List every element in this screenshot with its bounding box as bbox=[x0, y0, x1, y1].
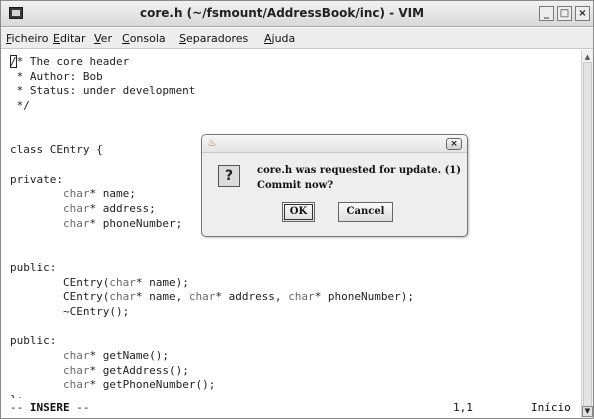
ok-button[interactable]: OK bbox=[282, 202, 315, 222]
java-icon: ♨ bbox=[207, 138, 217, 149]
code-line: char* phoneNumber; bbox=[62, 216, 183, 230]
dialog-message-line2: Commit now? bbox=[257, 180, 334, 191]
dialog-message-line1: core.h was requested for update. (1) bbox=[257, 165, 461, 176]
menu-consola[interactable]: Consola bbox=[122, 32, 166, 45]
code-line: */ bbox=[10, 99, 30, 113]
menu-ver[interactable]: Ver bbox=[94, 32, 112, 45]
type-keyword: char bbox=[62, 202, 90, 215]
menu-bar: Ficheiro Editar Ver Consola Separadores … bbox=[1, 28, 593, 49]
vim-window: core.h (~/fsmount/AddressBook/inc) - VIM… bbox=[0, 0, 594, 419]
code-line: ~CEntry(); bbox=[10, 304, 130, 318]
code-line: CEntry(char* name); bbox=[10, 275, 189, 289]
code-line: char* getAddress(); bbox=[62, 363, 189, 377]
mode-indicator: -- INSERE -- bbox=[10, 401, 90, 414]
minimize-button[interactable]: _ bbox=[539, 6, 554, 21]
menu-separadores[interactable]: Separadores bbox=[179, 32, 248, 45]
code-line: private: bbox=[10, 172, 63, 186]
scroll-up-arrow-icon[interactable]: ▲ bbox=[583, 52, 592, 62]
cancel-button[interactable]: Cancel bbox=[338, 202, 393, 222]
code-line: char* getName(); bbox=[62, 349, 169, 362]
menu-ficheiro[interactable]: Ficheiro bbox=[6, 32, 48, 45]
type-keyword: char bbox=[288, 290, 315, 304]
menu-editar[interactable]: Editar bbox=[53, 32, 86, 45]
code-line: char* name; bbox=[62, 187, 136, 201]
code-line: * Author: Bob bbox=[10, 69, 103, 83]
scroll-thumb[interactable] bbox=[583, 62, 592, 407]
menu-ajuda[interactable]: Ajuda bbox=[264, 32, 295, 45]
code-line: class CEntry { bbox=[10, 143, 103, 157]
code-line: public: bbox=[10, 334, 57, 348]
vertical-scrollbar[interactable]: ▲ ▼ bbox=[581, 50, 593, 418]
type-keyword: char bbox=[109, 275, 136, 289]
question-icon: ? bbox=[218, 165, 240, 187]
code-line: public: bbox=[10, 260, 57, 274]
scroll-down-arrow-icon[interactable]: ▼ bbox=[582, 406, 593, 417]
scroll-position: Início bbox=[531, 401, 571, 414]
code-line: * Status: under development bbox=[10, 84, 196, 98]
type-keyword: char bbox=[62, 187, 90, 201]
title-bar[interactable]: core.h (~/fsmount/AddressBook/inc) - VIM… bbox=[1, 1, 593, 27]
code-line: CEntry(char* name, char* address, char* … bbox=[10, 290, 415, 304]
maximize-button[interactable]: □ bbox=[557, 6, 572, 21]
close-button[interactable]: × bbox=[575, 6, 590, 21]
type-keyword: char bbox=[109, 290, 136, 304]
type-keyword: char bbox=[62, 216, 90, 230]
code-line: /* The core header bbox=[10, 55, 130, 68]
code-line: char* getPhoneNumber(); bbox=[62, 378, 216, 392]
window-title: core.h (~/fsmount/AddressBook/inc) - VIM bbox=[139, 6, 425, 20]
status-line: -- INSERE -- 1,1 Início bbox=[1, 398, 581, 418]
type-keyword: char bbox=[62, 349, 90, 362]
dialog-title-bar[interactable]: ♨ × bbox=[202, 135, 467, 153]
terminal-app-icon[interactable] bbox=[9, 7, 23, 19]
type-keyword: char bbox=[188, 290, 216, 304]
dialog-close-button[interactable]: × bbox=[446, 138, 462, 150]
type-keyword: char bbox=[62, 378, 90, 392]
commit-dialog: ♨ × ? core.h was requested for update. (… bbox=[201, 134, 468, 237]
type-keyword: char bbox=[62, 363, 90, 377]
code-line: char* address; bbox=[62, 202, 156, 215]
cursor-position: 1,1 bbox=[453, 401, 473, 414]
